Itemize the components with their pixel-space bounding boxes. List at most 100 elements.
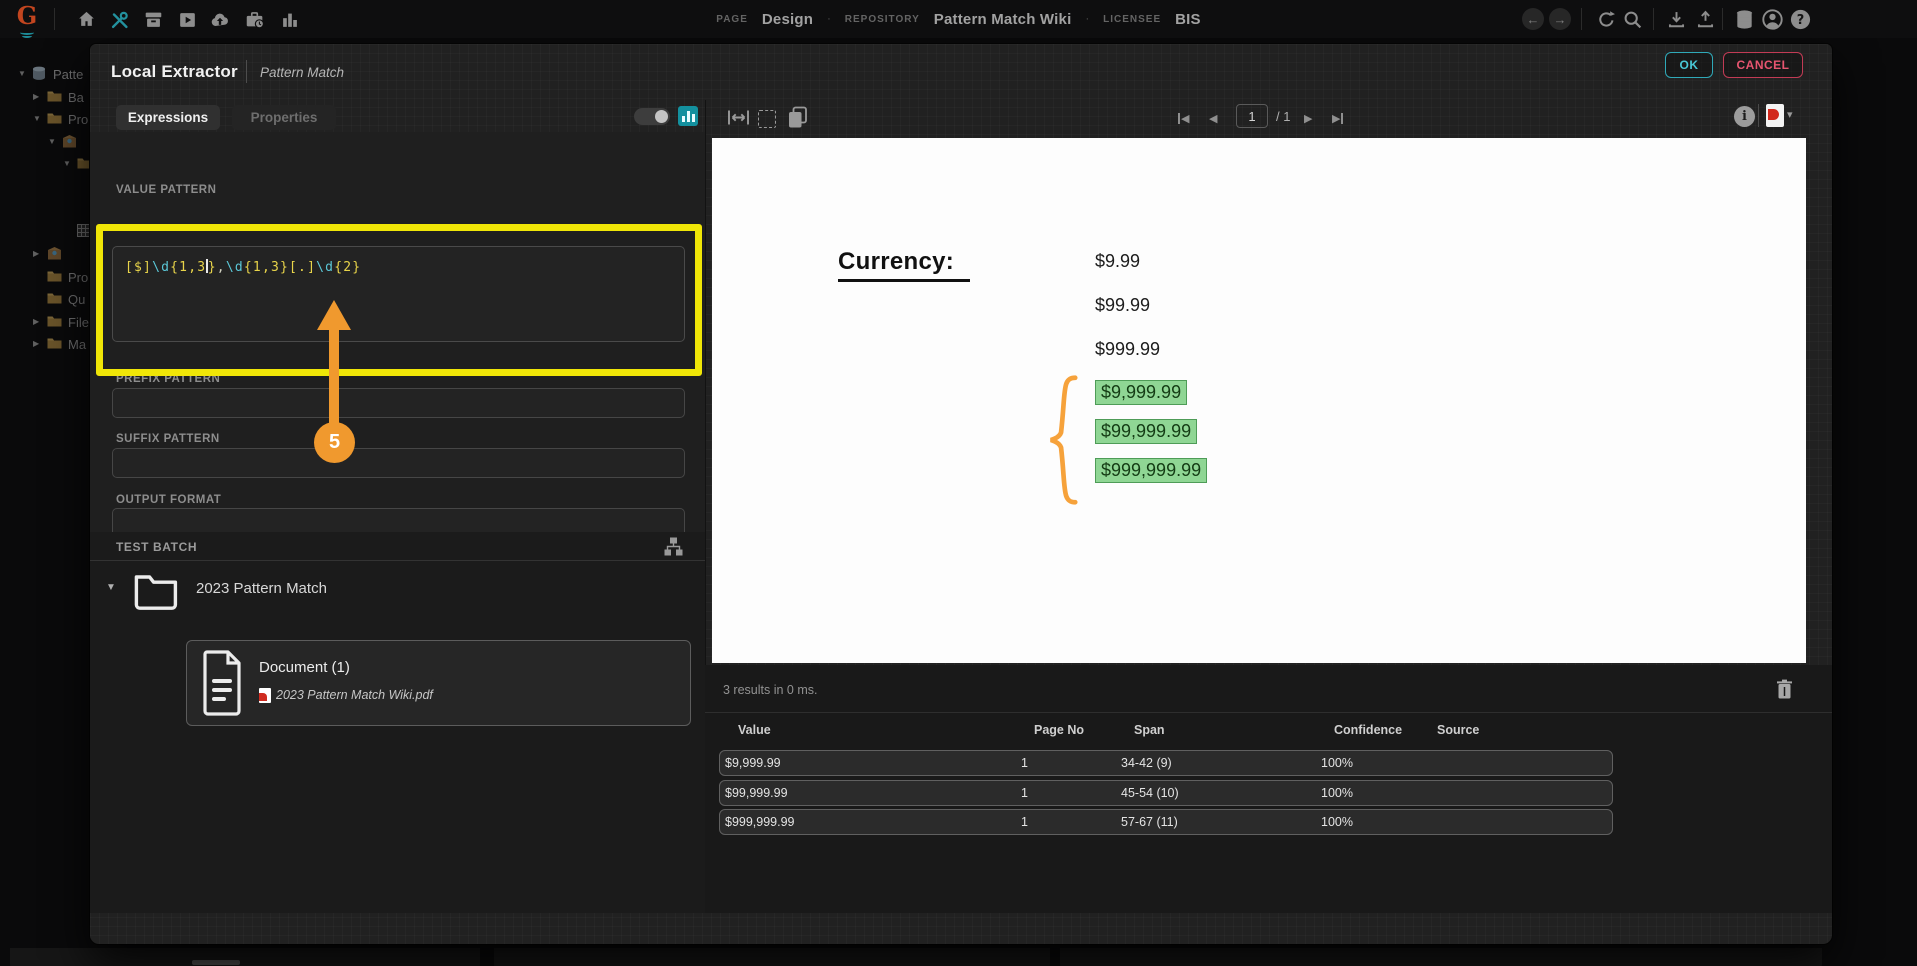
chevron-right-icon[interactable]: ▶ [33,339,39,348]
download-icon[interactable] [1664,8,1688,31]
result-cell: 1 [1021,785,1028,800]
folder-icon [47,89,62,107]
repository-value[interactable]: Pattern Match Wiki [934,11,1072,28]
sidebar-item[interactable]: ▼ [0,134,100,152]
ok-button[interactable]: OK [1665,52,1713,78]
sidebar-item[interactable]: ▼ [0,156,100,174]
preview-toggle[interactable] [634,108,670,125]
folder-icon [47,314,62,332]
doc-value: $9.99 [1095,251,1141,271]
doc-values-matched: $9,999.99 $99,999.99 $999,999.99 [1095,380,1208,497]
doc-value-highlighted: $99,999.99 [1095,419,1207,444]
forward-button[interactable]: → [1549,8,1571,30]
statistics-button[interactable] [678,106,698,126]
chevron-down-icon[interactable]: ▾ [1787,108,1793,121]
folder-icon [132,570,180,617]
sidebar-item-ma[interactable]: ▶ Ma [0,336,100,354]
sidebar-item-patte[interactable]: ▼ Patte [0,66,100,84]
column-header: Source [1437,723,1480,737]
cancel-button[interactable]: CANCEL [1723,52,1803,78]
separator-dot: · [827,13,831,25]
title-divider [246,60,247,83]
page-number-input[interactable]: 1 [1236,104,1268,128]
background-panel [1060,948,1822,966]
sidebar-item-label: Ba [68,89,84,105]
suffix-pattern-input[interactable] [112,448,685,478]
dialog-subtitle: Pattern Match [260,65,345,80]
sidebar-item[interactable] [0,223,100,242]
pdf-view-button[interactable] [1766,104,1784,127]
document-icon [201,649,245,722]
section-divider [705,712,1832,713]
folder-icon [47,111,62,129]
result-row[interactable]: $999,999.99 1 57-67 (11) 100% [719,809,1613,835]
output-format-label: OUTPUT FORMAT [116,494,222,506]
sidebar-item-qu[interactable]: Qu [0,291,100,309]
results-panel: 3 results in 0 ms. Value Page No Span Confi… [705,665,1832,913]
toolbar-divider [1653,8,1654,30]
search-icon[interactable] [1620,8,1644,31]
database-icon[interactable] [1732,8,1756,31]
hierarchy-icon[interactable] [664,537,683,561]
sidebar-item-pro[interactable]: Pro [0,269,100,287]
result-cell: 100% [1321,815,1353,829]
chevron-down-icon[interactable]: ▼ [18,69,26,78]
chevron-down-icon[interactable]: ▼ [33,114,41,123]
column-header: Value [738,723,771,737]
sidebar-item[interactable]: ▶ [0,246,100,264]
background-panel [10,948,480,966]
chevron-right-icon[interactable]: ▶ [33,92,39,101]
value-pattern-input[interactable]: [$]\d{1,3},\d{1,3}[.]\d{2} [112,246,685,342]
column-header: Confidence [1334,723,1403,737]
result-cell: $9,999.99 [725,756,781,770]
refresh-icon[interactable] [1594,8,1618,31]
licensee-value[interactable]: BIS [1175,11,1201,28]
chevron-right-icon[interactable]: ▶ [33,249,39,258]
first-page-button[interactable]: ◀ [1178,112,1189,125]
sidebar-item-label: Pro [68,112,89,127]
batch-folder-name: 2023 Pattern Match [196,580,327,597]
last-page-button[interactable]: ▶ [1332,112,1344,125]
sidebar-item-pro[interactable]: ▼ Pro [0,111,100,129]
previous-page-button[interactable]: ◀ [1209,112,1217,125]
tab-expressions[interactable]: Expressions [116,105,220,130]
chevron-down-icon[interactable]: ▼ [106,582,116,593]
sidebar-item-label: Ma [68,337,87,352]
document-preview-page[interactable]: Currency: $9.99 $99.99 $999.99 $9,999.99 $9… [712,138,1806,663]
doc-values-plain: $9.99 $99.99 $999.99 [1095,251,1160,383]
trash-icon[interactable] [1776,679,1793,705]
result-cell: 1 [1021,815,1028,829]
result-row[interactable]: $9,999.99 1 34-42 (9) 100% [719,750,1613,776]
marquee-select-icon[interactable] [758,110,776,128]
sidebar-item-label: File [68,314,89,330]
sidebar-item-ba[interactable]: ▶ Ba [0,89,100,107]
chevron-down-icon[interactable]: ▼ [63,159,71,168]
chevron-right-icon[interactable]: ▶ [33,317,39,326]
back-button[interactable]: ← [1522,8,1544,30]
result-row[interactable]: $99,999.99 1 45-54 (10) 100% [719,779,1613,806]
pages-icon[interactable] [787,106,808,134]
next-page-button[interactable]: ▶ [1304,112,1312,125]
tab-properties[interactable]: Properties [232,105,336,130]
upload-icon[interactable] [1693,8,1717,31]
prefix-pattern-input[interactable] [112,388,685,418]
result-cell: 34-42 (9) [1121,756,1172,770]
page-value[interactable]: Design [762,11,813,28]
toolbar-divider [1581,8,1582,30]
separator-dot: · [1085,13,1090,25]
sidebar-item-file[interactable]: ▶ File [0,314,100,332]
doc-value-highlighted: $999,999.99 [1095,458,1208,483]
page-label: PAGE [716,13,748,25]
horizontal-scrollbar-thumb[interactable] [192,960,240,965]
help-icon[interactable]: ? [1788,8,1812,31]
result-cell: 1 [1021,756,1028,770]
fit-width-icon[interactable] [727,108,750,132]
info-icon[interactable]: i [1734,106,1755,127]
folder-icon [47,291,62,309]
results-summary: 3 results in 0 ms. [723,683,818,697]
document-card[interactable]: Document (1) 2023 Pattern Match Wiki.pdf [186,640,691,726]
licensee-label: LICENSEE [1103,13,1162,25]
batch-folder-row[interactable]: ▼ 2023 Pattern Match [90,568,705,624]
user-icon[interactable] [1760,8,1784,31]
chevron-down-icon[interactable]: ▼ [48,137,56,146]
